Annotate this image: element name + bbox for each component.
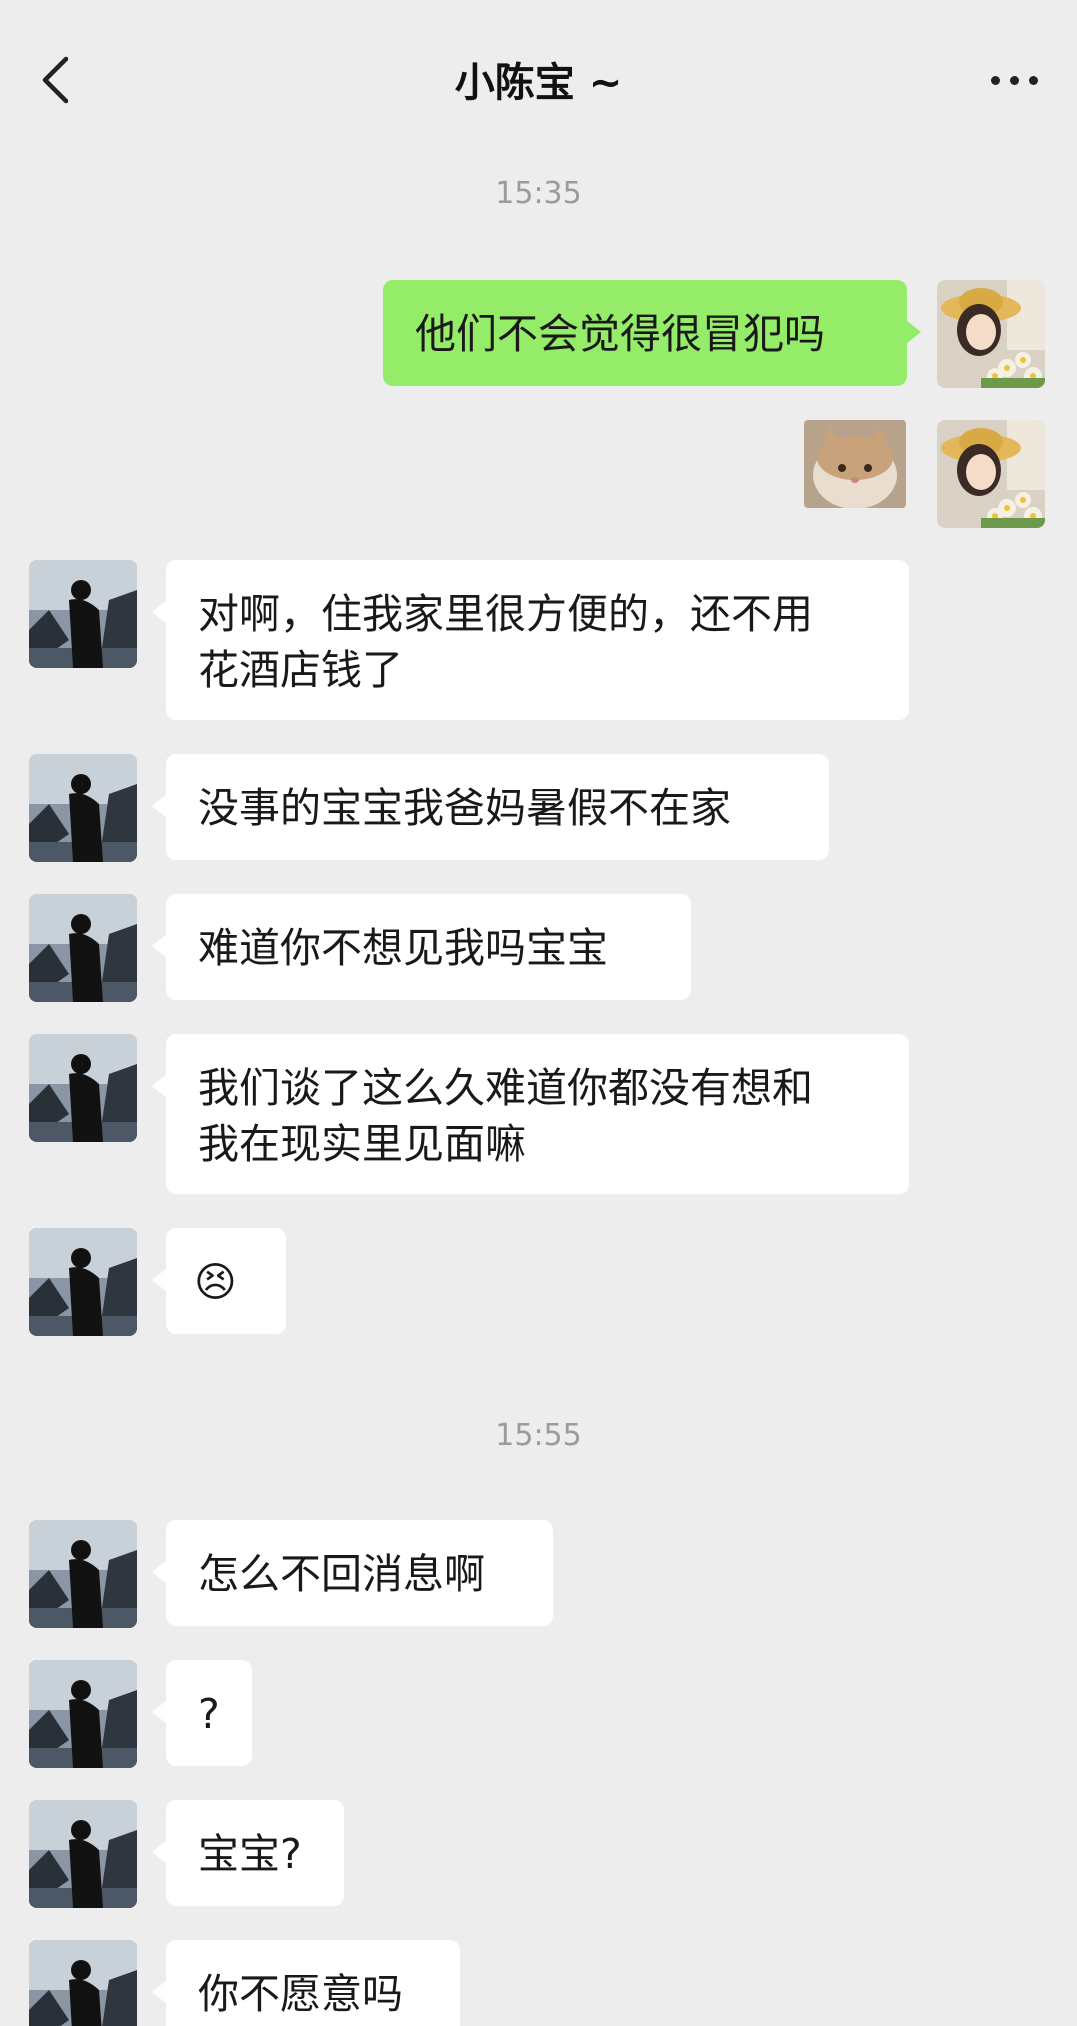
received-message-bubble[interactable]: 我们谈了这么久难道你都没有想和 我在现实里见面嘛 (152, 1034, 909, 1194)
message-text: 难道你不想见我吗宝宝 (198, 924, 608, 972)
contact-avatar[interactable] (29, 754, 137, 862)
received-message-bubble[interactable]: 宝宝? (152, 1800, 344, 1906)
silhouette-avatar-image (29, 754, 137, 862)
contact-avatar[interactable] (29, 1940, 137, 2026)
contact-avatar[interactable] (29, 1800, 137, 1908)
silhouette-avatar-image (29, 1660, 137, 1768)
message-text: 怎么不回消息啊 (198, 1550, 485, 1598)
received-message-bubble[interactable]: 怎么不回消息啊 (152, 1520, 553, 1626)
received-message-bubble[interactable]: 对啊，住我家里很方便的，还不用 花酒店钱了 (152, 560, 909, 720)
received-message-bubble[interactable]: 难道你不想见我吗宝宝 (152, 894, 691, 1000)
message-text: 我在现实里见面嘛 (198, 1120, 526, 1168)
message-text: 你不愿意吗 (198, 1970, 403, 2018)
silhouette-avatar-image (29, 894, 137, 1002)
received-message-bubble[interactable]: 你不愿意吗 (152, 1940, 460, 2026)
message-text: 宝宝? (198, 1830, 302, 1878)
contact-avatar[interactable] (29, 1228, 137, 1336)
received-emoji-bubble[interactable]: 😣 (152, 1228, 286, 1334)
silhouette-avatar-image (29, 1940, 137, 2026)
timestamp: 15:35 (495, 176, 582, 211)
more-dots-icon (990, 75, 1000, 85)
received-message-bubble[interactable]: ? (152, 1660, 252, 1766)
message-text: 花酒店钱了 (198, 646, 403, 694)
chat-header: 小陈宝 ~ (0, 0, 1077, 145)
silhouette-avatar-image (29, 1800, 137, 1908)
message-text: 他们不会觉得很冒犯吗 (415, 310, 825, 358)
silhouette-avatar-image (29, 560, 137, 668)
girl-avatar-image (937, 280, 1045, 388)
message-text: 我们谈了这么久难道你都没有想和 (198, 1064, 813, 1112)
cat-sticker[interactable] (804, 420, 906, 508)
more-options-button[interactable] (979, 52, 1049, 108)
silhouette-avatar-image (29, 1034, 137, 1142)
timestamp: 15:55 (495, 1418, 582, 1453)
girl-avatar-image (937, 420, 1045, 528)
silhouette-avatar-image (29, 1520, 137, 1628)
contact-avatar[interactable] (29, 1660, 137, 1768)
silhouette-avatar-image (29, 1228, 137, 1336)
contact-avatar[interactable] (29, 1034, 137, 1142)
sent-message-bubble[interactable]: 他们不会觉得很冒犯吗 (383, 280, 921, 386)
chat-title: 小陈宝 ~ (454, 60, 623, 106)
message-text: 对啊，住我家里很方便的，还不用 (198, 590, 813, 638)
emoji: 😣 (194, 1258, 237, 1306)
contact-avatar[interactable] (29, 560, 137, 668)
my-avatar[interactable] (937, 280, 1045, 388)
received-message-bubble[interactable]: 没事的宝宝我爸妈暑假不在家 (152, 754, 829, 860)
contact-avatar[interactable] (29, 1520, 137, 1628)
message-text: 没事的宝宝我爸妈暑假不在家 (198, 784, 731, 832)
contact-avatar[interactable] (29, 894, 137, 1002)
message-text: ? (198, 1690, 220, 1738)
my-avatar[interactable] (937, 420, 1045, 528)
